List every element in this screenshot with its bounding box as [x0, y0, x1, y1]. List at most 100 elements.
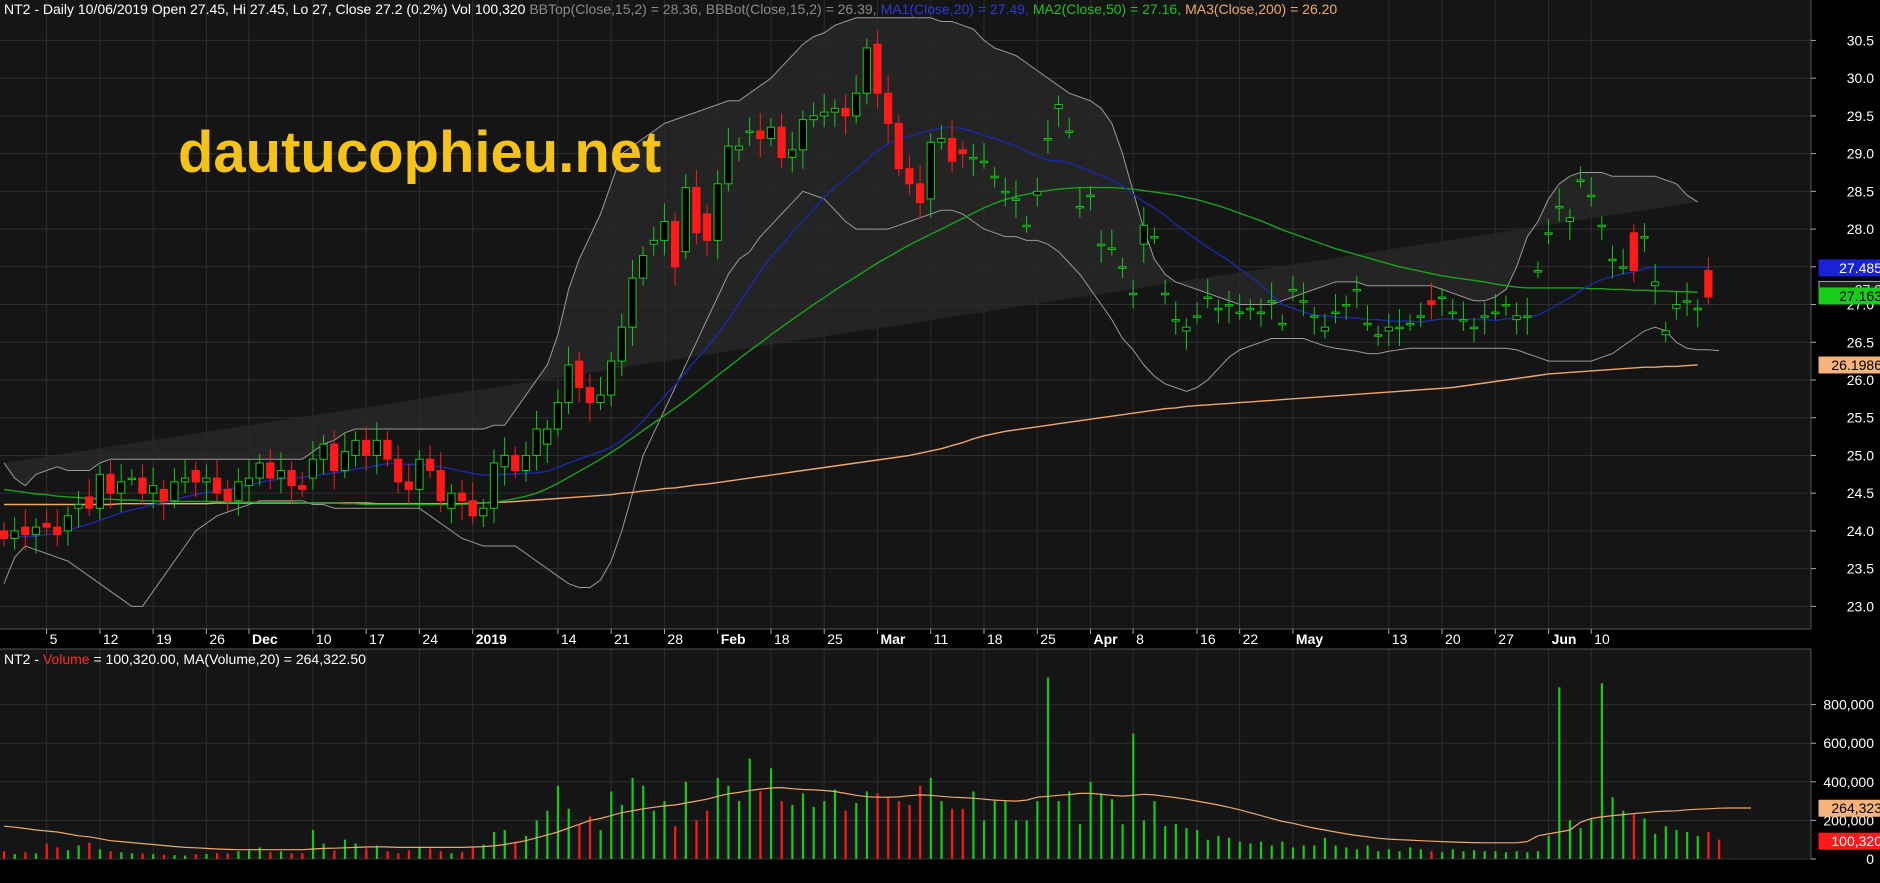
- volume-pane[interactable]: [0, 649, 1811, 859]
- candle-body-115: [1224, 304, 1234, 307]
- candle-body-146: [1555, 205, 1564, 209]
- candle-body-154: [1640, 236, 1649, 239]
- candle-body-105: [1118, 266, 1127, 269]
- volume-bar-98: [1046, 677, 1050, 859]
- volume-tick-label-3: 600,000: [1823, 735, 1874, 751]
- candle-body-76: [809, 115, 818, 121]
- candle-body-36: [383, 439, 392, 460]
- volume-bar-3: [34, 853, 38, 859]
- candle-body-88: [937, 138, 946, 143]
- volume-bar-49: [524, 835, 528, 859]
- volume-bar-129: [1377, 851, 1380, 859]
- volume-bar-17: [184, 855, 187, 859]
- candle-body-39: [415, 458, 424, 490]
- volume-header-prefix: NT2 -: [4, 651, 43, 667]
- candle-body-2: [21, 526, 30, 536]
- volume-bar-149: [1590, 818, 1593, 859]
- ma3-legend: MA3(Close,200) = 26.20: [1185, 1, 1337, 17]
- ma1-legend: MA1(Close,20) = 27.49,: [881, 1, 1029, 17]
- volume-bar-6: [66, 850, 70, 859]
- candle-body-117: [1246, 307, 1255, 311]
- volume-bar-48: [514, 841, 517, 859]
- volume-bar-137: [1462, 851, 1465, 859]
- candle-body-92: [979, 160, 989, 164]
- candle-body-65: [692, 187, 701, 234]
- candle-body-87: [926, 141, 935, 200]
- time-tick-label-19: Apr: [1094, 631, 1119, 647]
- candle-body-60: [639, 254, 648, 279]
- volume-bar-124: [1323, 837, 1327, 859]
- candle-body-145: [1544, 232, 1553, 235]
- candle-body-90: [958, 149, 967, 155]
- candle-body-136: [1448, 311, 1457, 315]
- time-tick-label-3: 26: [209, 631, 225, 647]
- candle-body-11: [117, 481, 126, 494]
- volume-bar-79: [844, 810, 847, 859]
- price-tick-label-13: 29.5: [1847, 108, 1874, 124]
- time-tick-label-14: 25: [827, 631, 843, 647]
- candle-body-98: [1043, 138, 1053, 141]
- time-tick-label-21: 16: [1200, 631, 1216, 647]
- candle-body-78: [830, 107, 839, 113]
- candle-body-47: [500, 454, 509, 468]
- volume-header: NT2 - Volume = 100,320.00, MA(Volume,20)…: [4, 651, 366, 667]
- volume-bar-97: [1036, 801, 1039, 859]
- candle-body-8: [85, 496, 94, 509]
- time-tick-label-16: 11: [934, 631, 949, 647]
- volume-bar-84: [897, 801, 900, 859]
- volume-bar-8: [88, 842, 91, 859]
- volume-bar-142: [1515, 851, 1518, 859]
- candle-body-38: [404, 481, 413, 490]
- volume-bar-90: [961, 808, 964, 859]
- volume-bar-14: [152, 854, 155, 859]
- candle-body-12: [127, 477, 136, 481]
- candle-body-72: [766, 126, 776, 140]
- candle-body-143: [1523, 315, 1532, 318]
- volume-bar-89: [951, 808, 954, 859]
- volume-bar-57: [610, 791, 613, 859]
- ma50-tag-label: 27.163: [1839, 288, 1880, 304]
- candle-body-58: [617, 326, 626, 362]
- candle-body-64: [681, 187, 690, 253]
- volume-ma-tag-label: 264,323: [1831, 800, 1880, 816]
- candle-body-135: [1437, 296, 1447, 299]
- price-tick-label-14: 30.0: [1847, 70, 1874, 86]
- volume-bar-70: [748, 758, 751, 859]
- volume-bar-145: [1547, 835, 1550, 859]
- candle-body-46: [489, 462, 499, 509]
- volume-bar-88: [940, 801, 943, 859]
- volume-bar-87: [929, 777, 932, 859]
- volume-bar-158: [1686, 831, 1689, 859]
- time-axis: 5 12 19 26 Dec 10 17 24 2019 14 21 28 Feb 18 25 Mar 11 18…: [0, 628, 1811, 650]
- candle-body-139: [1480, 315, 1489, 318]
- volume-bar-33: [354, 843, 357, 859]
- time-tick-label-27: Jun: [1552, 631, 1577, 647]
- ma2-legend: MA2(Close,50) = 27.16,: [1033, 1, 1181, 17]
- candle-body-29: [308, 458, 318, 479]
- time-tick-label-7: 24: [422, 631, 438, 647]
- candle-body-44: [468, 500, 477, 517]
- candle-body-10: [106, 473, 115, 494]
- candle-body-66: [702, 213, 712, 241]
- time-tick-label-2: 19: [156, 631, 172, 647]
- candle-body-15: [159, 488, 168, 502]
- volume-bar-101: [1078, 824, 1082, 859]
- bbtop-legend: BBTop(Close,15,2) = 28.36,: [529, 1, 701, 17]
- candle-body-55: [585, 387, 594, 404]
- candle-body-43: [457, 492, 467, 502]
- volume-bar-103: [1100, 793, 1103, 859]
- candle-body-133: [1416, 315, 1425, 318]
- volume-bar-82: [876, 793, 879, 859]
- candle-body-22: [234, 481, 243, 502]
- candle-body-23: [244, 477, 254, 487]
- candle-body-62: [660, 221, 669, 241]
- candle-body-61: [649, 239, 658, 245]
- candle-body-89: [947, 138, 957, 162]
- candle-body-59: [628, 277, 637, 328]
- volume-bar-78: [833, 789, 837, 859]
- stock-chart[interactable]: 23.023.524.024.525.025.526.026.527.027.5…: [0, 0, 1880, 878]
- time-tick-label-4: Dec: [252, 631, 278, 647]
- volume-bar-116: [1238, 841, 1241, 859]
- volume-bar-107: [1142, 820, 1145, 859]
- volume-bar-40: [429, 848, 432, 859]
